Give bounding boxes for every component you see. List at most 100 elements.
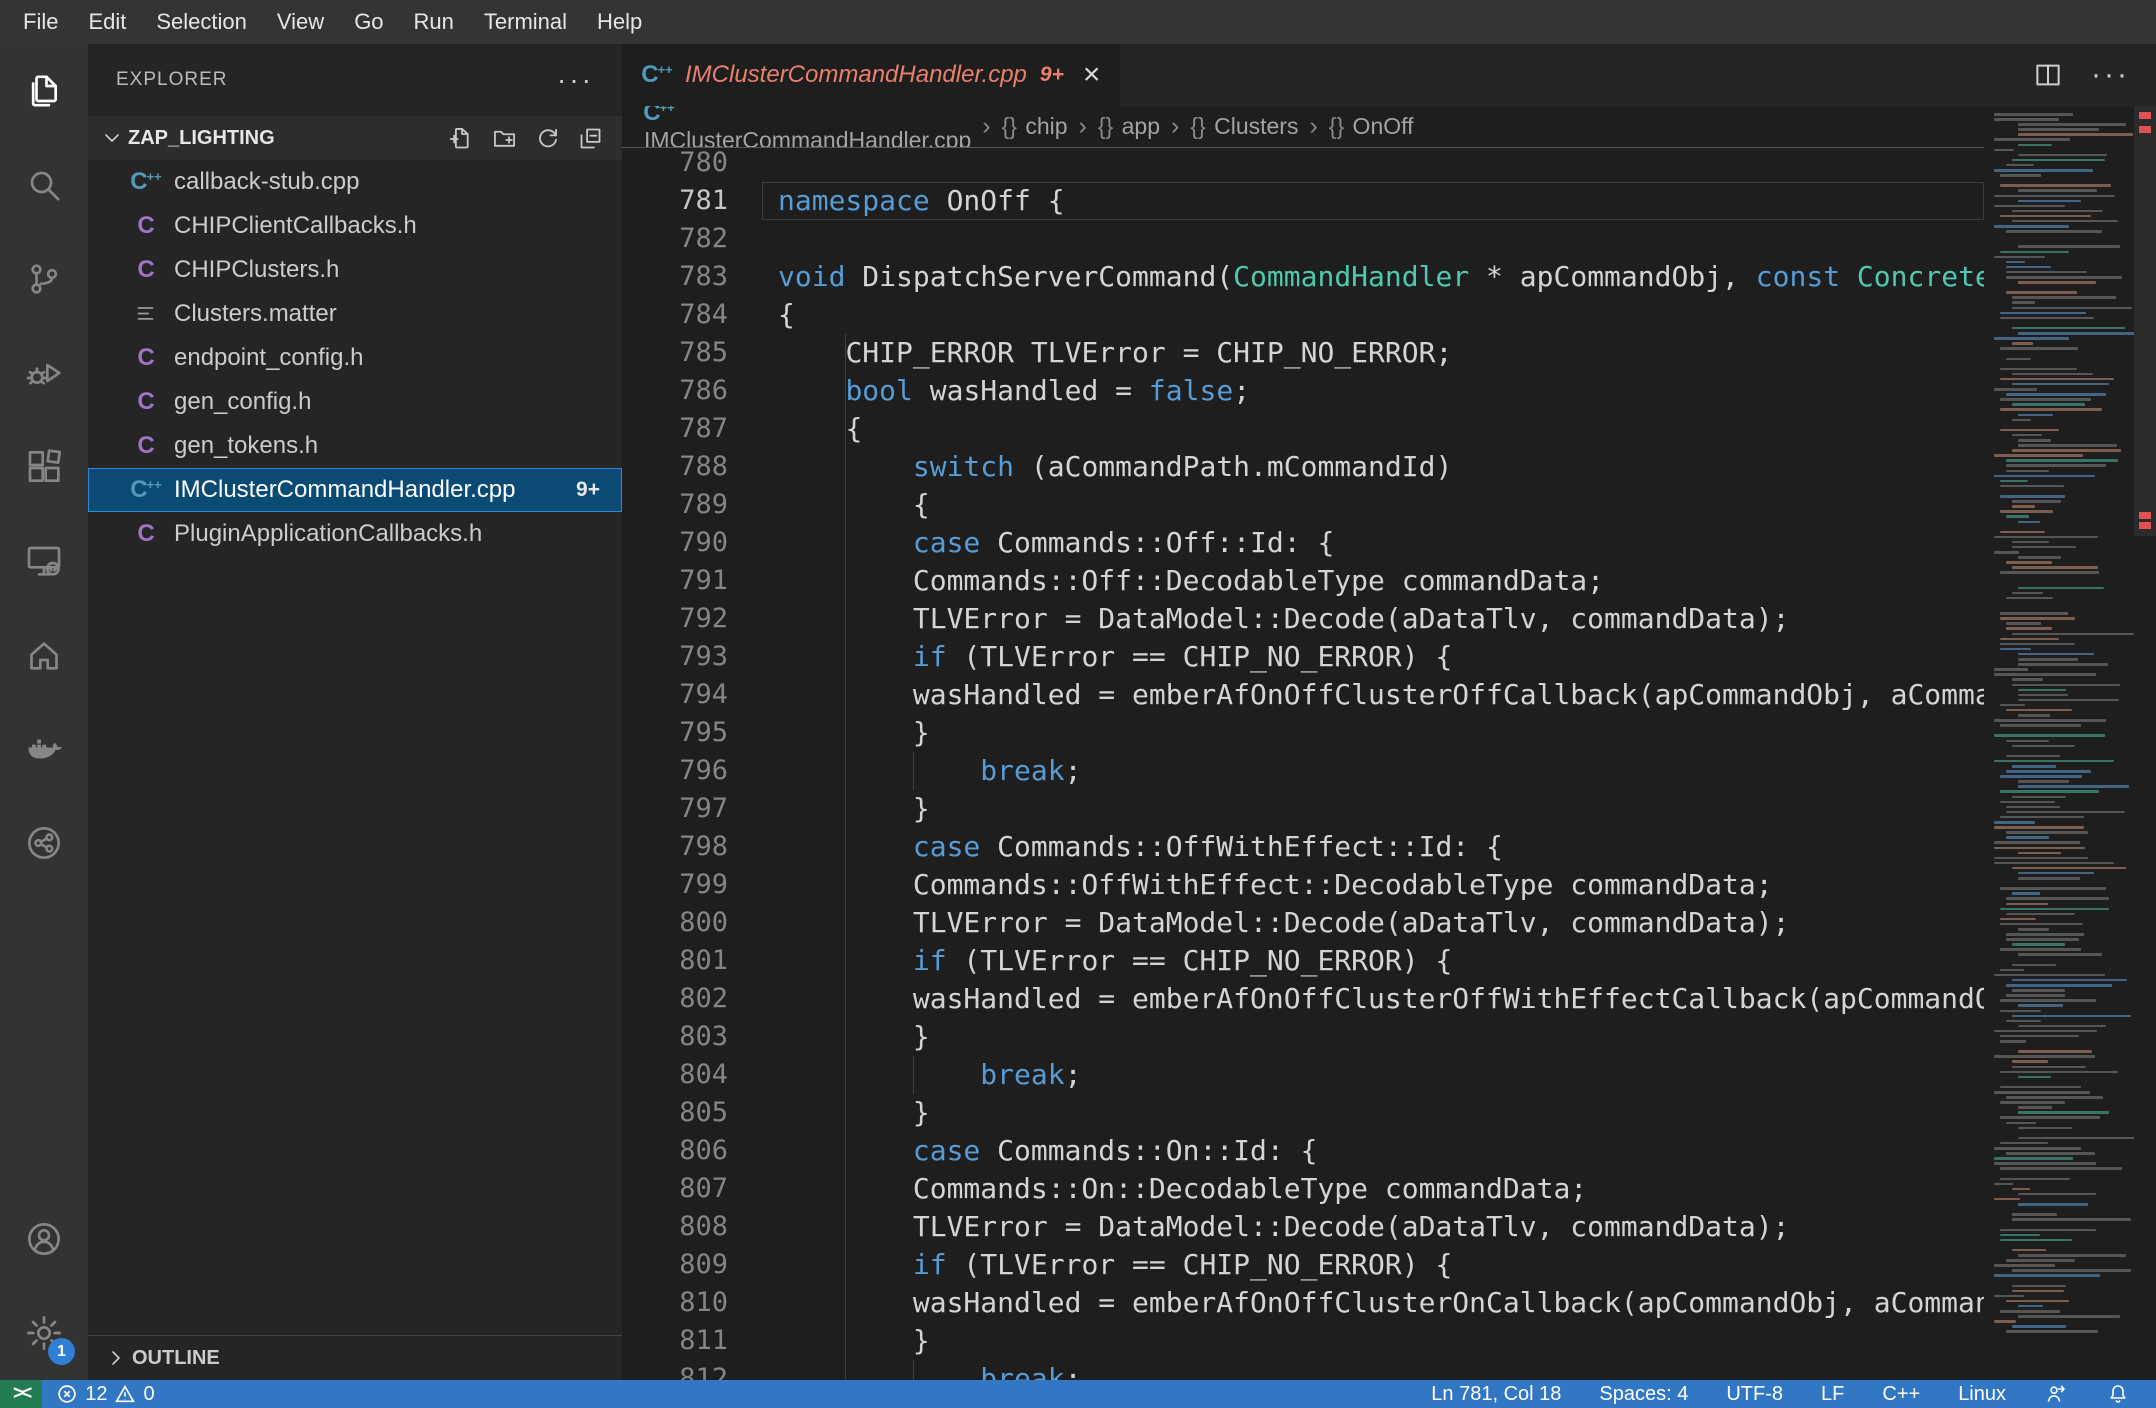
status-indentation[interactable]: Spaces: 4 [1599, 1383, 1688, 1406]
tab-imclustercommandhandler[interactable]: C ++ IMClusterCommandHandler.cpp 9+ × [622, 44, 1121, 106]
code-line-780[interactable]: 780 [622, 148, 1984, 182]
code-line-809[interactable]: 809 if (TLVError == CHIP_NO_ERROR) { [622, 1246, 1984, 1284]
c-header-file-icon: C [137, 212, 155, 239]
split-editor-icon[interactable] [2033, 60, 2063, 90]
file-item-gen-config-h[interactable]: Cgen_config.h [88, 380, 622, 424]
code-line-805[interactable]: 805 } [622, 1094, 1984, 1132]
file-item-clusters-matter[interactable]: Clusters.matter [88, 292, 622, 336]
activity-bar: 1 [0, 44, 88, 1380]
code-line-787[interactable]: 787 { [622, 410, 1984, 448]
breadcrumb-item-1[interactable]: {} chip [1002, 113, 1068, 140]
folder-section-header[interactable]: ZAP_LIGHTING [88, 116, 622, 160]
menu-help[interactable]: Help [582, 0, 657, 44]
menu-terminal[interactable]: Terminal [469, 0, 582, 44]
code-line-799[interactable]: 799 Commands::OffWithEffect::DecodableTy… [622, 866, 1984, 904]
code-line-806[interactable]: 806 case Commands::On::Id: { [622, 1132, 1984, 1170]
status-remote-os[interactable]: Linux [1958, 1383, 2006, 1406]
outline-section-header[interactable]: OUTLINE [88, 1335, 622, 1380]
new-file-icon[interactable] [448, 125, 475, 152]
code-line-781[interactable]: 781 namespace OnOff { [622, 182, 1984, 220]
line-number: 795 [679, 717, 728, 748]
code-line-801[interactable]: 801 if (TLVError == CHIP_NO_ERROR) { [622, 942, 1984, 980]
code-line-790[interactable]: 790 case Commands::Off::Id: { [622, 524, 1984, 562]
menu-edit[interactable]: Edit [73, 0, 141, 44]
menu-go[interactable]: Go [339, 0, 398, 44]
notifications-bell-icon[interactable] [2106, 1382, 2130, 1406]
file-item-callback-stub-cpp[interactable]: C ++ callback-stub.cpp [88, 160, 622, 204]
problems-status[interactable]: 12 0 [42, 1383, 155, 1406]
code-line-793[interactable]: 793 if (TLVError == CHIP_NO_ERROR) { [622, 638, 1984, 676]
breadcrumb-item-4[interactable]: {} OnOff [1329, 113, 1414, 140]
code-line-783[interactable]: 783 void DispatchServerCommand(CommandHan… [622, 258, 1984, 296]
breadcrumb-item-0[interactable]: C ++ IMClusterCommandHandler.cpp [643, 106, 971, 147]
menu-run[interactable]: Run [399, 0, 469, 44]
status-language-mode[interactable]: C++ [1882, 1383, 1920, 1406]
status-cursor-position[interactable]: Ln 781, Col 18 [1431, 1383, 1561, 1406]
activity-home[interactable] [0, 608, 88, 702]
menu-view[interactable]: View [262, 0, 339, 44]
activity-settings[interactable]: 1 [0, 1286, 88, 1380]
code-line-808[interactable]: 808 TLVError = DataModel::Decode(aDataTl… [622, 1208, 1984, 1246]
status-encoding[interactable]: UTF-8 [1726, 1383, 1783, 1406]
file-item-gen-tokens-h[interactable]: Cgen_tokens.h [88, 424, 622, 468]
code-line-812[interactable]: 812 break; [622, 1360, 1984, 1380]
code-area[interactable]: 780 781 namespace OnOff {782 783 void Dispat… [622, 148, 1984, 1380]
new-folder-icon[interactable] [491, 125, 518, 152]
file-tree: C ++ callback-stub.cpp C CHIPClientCallback… [88, 160, 622, 556]
code-line-800[interactable]: 800 TLVError = DataModel::Decode(aDataTl… [622, 904, 1984, 942]
code-line-786[interactable]: 786 bool wasHandled = false; [622, 372, 1984, 410]
activity-explorer[interactable] [0, 44, 88, 138]
activity-run-debug[interactable] [0, 326, 88, 420]
code-line-802[interactable]: 802 wasHandled = emberAfOnOffClusterOffW… [622, 980, 1984, 1018]
tab-close-icon[interactable]: × [1083, 60, 1101, 90]
activity-docker[interactable] [0, 702, 88, 796]
activity-remote-explorer[interactable] [0, 514, 88, 608]
code-line-795[interactable]: 795 } [622, 714, 1984, 752]
menu-selection[interactable]: Selection [141, 0, 262, 44]
refresh-icon[interactable] [534, 125, 561, 152]
code-line-789[interactable]: 789 { [622, 486, 1984, 524]
status-eol[interactable]: LF [1821, 1383, 1844, 1406]
remote-explorer-icon [24, 541, 64, 581]
code-line-803[interactable]: 803 } [622, 1018, 1984, 1056]
breadcrumb-item-2[interactable]: {} app [1098, 113, 1160, 140]
code-line-792[interactable]: 792 TLVError = DataModel::Decode(aDataTl… [622, 600, 1984, 638]
menu-file[interactable]: File [8, 0, 73, 44]
code-line-797[interactable]: 797 } [622, 790, 1984, 828]
code-line-782[interactable]: 782 [622, 220, 1984, 258]
scrollbar-slider[interactable] [2134, 106, 2156, 536]
explorer-more-actions-icon[interactable]: ··· [557, 66, 594, 94]
feedback-icon[interactable] [2044, 1382, 2068, 1406]
activity-git-circle[interactable] [0, 796, 88, 890]
collapse-all-icon[interactable] [577, 125, 604, 152]
overview-ruler[interactable] [2134, 106, 2156, 1380]
code-line-784[interactable]: 784{ [622, 296, 1984, 334]
explorer-title: EXPLORER [116, 69, 228, 90]
line-number: 794 [679, 679, 728, 710]
code-line-796[interactable]: 796 break; [622, 752, 1984, 790]
code-line-804[interactable]: 804 break; [622, 1056, 1984, 1094]
code-line-798[interactable]: 798 case Commands::OffWithEffect::Id: { [622, 828, 1984, 866]
remote-indicator[interactable]: >< [0, 1380, 43, 1408]
error-mark [2139, 126, 2151, 133]
file-item-endpoint-config-h[interactable]: Cendpoint_config.h [88, 336, 622, 380]
editor-more-actions-icon[interactable]: ··· [2091, 58, 2130, 92]
code-line-811[interactable]: 811 } [622, 1322, 1984, 1360]
file-item-pluginapplicationcallbacks-h[interactable]: C PluginApplicationCallbacks.h [88, 512, 622, 556]
activity-account[interactable] [0, 1192, 88, 1286]
code-line-807[interactable]: 807 Commands::On::DecodableType commandD… [622, 1170, 1984, 1208]
activity-source-control[interactable] [0, 232, 88, 326]
activity-search[interactable] [0, 138, 88, 232]
code-line-791[interactable]: 791 Commands::Off::DecodableType command… [622, 562, 1984, 600]
activity-extensions[interactable] [0, 420, 88, 514]
code-line-794[interactable]: 794 wasHandled = emberAfOnOffClusterOffC… [622, 676, 1984, 714]
file-item-chipclientcallbacks-h[interactable]: C CHIPClientCallbacks.h [88, 204, 622, 248]
file-item-imclustercommandhandler-cpp[interactable]: C ++ IMClusterCommandHandler.cpp 9+ [88, 468, 622, 512]
code-line-785[interactable]: 785 CHIP_ERROR TLVError = CHIP_NO_ERROR; [622, 334, 1984, 372]
file-item-chipclusters-h[interactable]: C CHIPClusters.h [88, 248, 622, 292]
code-line-788[interactable]: 788 switch (aCommandPath.mCommandId) [622, 448, 1984, 486]
code-line-810[interactable]: 810 wasHandled = emberAfOnOffClusterOnCa… [622, 1284, 1984, 1322]
minimap[interactable] [1984, 106, 2134, 1380]
git-circle-icon [24, 823, 64, 863]
breadcrumb-item-3[interactable]: {} Clusters [1190, 113, 1298, 140]
